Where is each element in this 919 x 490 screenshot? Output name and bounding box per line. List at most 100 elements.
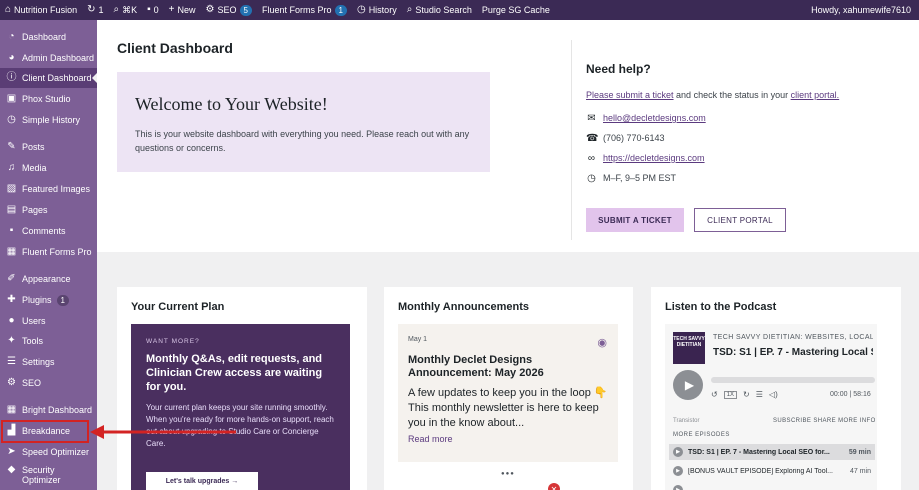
refresh-icon: ↻ xyxy=(87,4,96,15)
announcement-title[interactable]: Monthly Declet Designs Announcement: May… xyxy=(408,354,608,380)
purge-cache-link[interactable]: Purge SG Cache xyxy=(477,0,555,20)
podcast-actions[interactable]: SUBSCRIBE SHARE MORE INFO xyxy=(773,418,876,424)
panel-divider xyxy=(571,40,572,240)
client-portal-link[interactable]: client portal. xyxy=(791,90,840,100)
wrench-icon: ✦ xyxy=(7,335,16,346)
phone-icon: ☎ xyxy=(586,132,599,144)
rewind-icon[interactable]: ↺ xyxy=(711,390,718,399)
sidebar-item-seo[interactable]: ⚙ SEO xyxy=(0,373,97,393)
plan-eyebrow: WANT MORE? xyxy=(146,338,200,345)
website-link[interactable]: https://decletdesigns.com xyxy=(603,153,705,163)
email-link[interactable]: hello@decletdesigns.com xyxy=(603,113,706,123)
studio-search-link[interactable]: ⌕ Studio Search xyxy=(402,0,477,20)
sidebar-item-settings[interactable]: ☰ Settings xyxy=(0,352,97,372)
episode-item[interactable]: ▶ TSD: S1 | EP. 7 - Mastering Local SEO … xyxy=(669,444,875,460)
link-icon: ∞ xyxy=(587,152,596,164)
comment-icon: ▪ xyxy=(9,225,14,236)
sidebar-item-pages[interactable]: ▤ Pages xyxy=(0,200,97,220)
dashboard-icon: ◔ xyxy=(8,31,15,42)
history-icon: ◷ xyxy=(356,4,366,15)
transistor-brand: Transistor xyxy=(673,418,700,424)
client-portal-button[interactable]: CLIENT PORTAL xyxy=(694,208,786,232)
client-dashboard-panel: Client Dashboard Welcome to Your Website… xyxy=(97,20,919,252)
seo-icon: ⚙ xyxy=(7,377,16,388)
clock-icon: ◷ xyxy=(587,172,596,184)
history-icon: ◷ xyxy=(7,114,16,125)
comments-link[interactable]: ▪ 0 xyxy=(142,0,164,20)
episode-item[interactable]: ▶ xyxy=(669,482,875,490)
search-icon: ⌕ xyxy=(113,4,120,15)
podcast-controls: ↺ 1X ↻ ☰ ◁) xyxy=(711,390,778,399)
hours-row: ◷ M–F, 9–5 PM EST xyxy=(586,172,886,184)
upgrade-button[interactable]: Let's talk upgrades → xyxy=(146,472,258,490)
sidebar-item-bright-dashboard[interactable]: ▦ Bright Dashboard xyxy=(0,400,97,420)
plugins-badge: 1 xyxy=(56,294,69,306)
pin-icon: ✎ xyxy=(7,141,16,152)
sidebar-item-simple-history[interactable]: ◷ Simple History xyxy=(0,110,97,130)
announcements-title: Monthly Announcements xyxy=(398,301,529,313)
sidebar-item-media[interactable]: ♫ Media xyxy=(0,158,97,178)
play-icon: ▶ xyxy=(673,447,683,457)
play-icon: ▶ xyxy=(673,485,683,490)
mail-icon: ✉ xyxy=(587,112,596,124)
sidebar-item-featured-images[interactable]: ▨ Featured Images xyxy=(0,179,97,199)
history-link[interactable]: ◷ History xyxy=(352,0,402,20)
more-episodes-label: MORE EPISODES xyxy=(673,432,730,438)
updates-link[interactable]: ↻ 1 xyxy=(82,0,108,20)
playback-speed[interactable]: 1X xyxy=(723,390,738,399)
volume-icon[interactable]: ◁) xyxy=(769,390,778,399)
seo-menu[interactable]: ⚙ SEO 5 xyxy=(201,0,257,20)
podcast-progress-bar[interactable] xyxy=(711,377,875,383)
plugin-icon: ✚ xyxy=(7,294,16,305)
forms-badge: 1 xyxy=(334,4,347,16)
sidebar-item-appearance[interactable]: ✐ Appearance xyxy=(0,269,97,289)
plan-heading: Monthly Q&As, edit requests, and Clinici… xyxy=(146,353,323,393)
user-account-menu[interactable]: Howdy, xahumewife7610 xyxy=(806,0,919,20)
command-search[interactable]: ⌕ ⌘K xyxy=(108,0,142,20)
upgrade-promo: WANT MORE? Monthly Q&As, edit requests, … xyxy=(131,324,350,490)
submit-ticket-button[interactable]: SUBMIT A TICKET xyxy=(586,208,684,232)
user-icon: ● xyxy=(8,315,15,326)
podcast-show-name: TECH SAVVY DIETITIAN: WEBSITES, LOCAL SE… xyxy=(713,334,873,341)
playlist-icon[interactable]: ☰ xyxy=(756,390,763,399)
forward-icon[interactable]: ↻ xyxy=(743,390,750,399)
comment-icon: ▪ xyxy=(147,4,151,15)
announcements-card: Monthly Announcements May 1 ◉ Monthly De… xyxy=(384,287,633,490)
sidebar-item-dashboard[interactable]: ◔ Dashboard xyxy=(0,27,97,47)
sidebar-item-tools[interactable]: ✦ Tools xyxy=(0,331,97,351)
play-button[interactable]: ▶ xyxy=(673,370,703,400)
sidebar-item-fluent-forms[interactable]: ▦ Fluent Forms Pro xyxy=(0,242,97,262)
fluent-forms-menu[interactable]: Fluent Forms Pro 1 xyxy=(257,0,352,20)
sidebar-item-comments[interactable]: ▪ Comments xyxy=(0,221,97,241)
close-icon[interactable]: ✕ xyxy=(548,483,560,490)
sidebar-item-phox-studio[interactable]: ▣ Phox Studio xyxy=(0,89,97,109)
plus-icon: + xyxy=(168,4,175,15)
sidebar-item-admin-dashboard[interactable]: ◕ Admin Dashboard xyxy=(0,48,97,68)
site-name-link[interactable]: ⌂ Nutrition Fusion xyxy=(0,0,82,20)
website-row: ∞ https://decletdesigns.com xyxy=(586,152,886,164)
help-instructions: Please submit a ticket and check the sta… xyxy=(586,90,840,100)
sidebar-item-security-optimizer[interactable]: ◆ Security Optimizer xyxy=(0,465,97,489)
welcome-text: This is your website dashboard with ever… xyxy=(135,129,470,153)
carousel-dots[interactable]: ●●● xyxy=(501,471,515,477)
announcement-post: May 1 ◉ Monthly Declet Designs Announcem… xyxy=(398,324,618,462)
phone-number: (706) 770-6143 xyxy=(603,133,665,143)
new-content-link[interactable]: + New xyxy=(164,0,201,20)
sidebar-item-client-dashboard[interactable]: ⓘ Client Dashboard xyxy=(0,68,97,88)
read-more-link[interactable]: Read more xyxy=(408,434,608,444)
settings-icon: ☰ xyxy=(7,356,16,367)
seo-icon: ⚙ xyxy=(205,4,215,15)
help-title: Need help? xyxy=(586,62,651,76)
sidebar-item-users[interactable]: ● Users xyxy=(0,311,97,331)
sidebar-item-speed-optimizer[interactable]: ➤ Speed Optimizer xyxy=(0,442,97,462)
sidebar-item-plugins[interactable]: ✚ Plugins 1 xyxy=(0,290,97,310)
episode-item[interactable]: ▶ [BONUS VAULT EPISODE] Exploring AI Too… xyxy=(669,463,875,479)
sidebar-item-posts[interactable]: ✎ Posts xyxy=(0,137,97,157)
current-plan-card: Your Current Plan WANT MORE? Monthly Q&A… xyxy=(117,287,367,490)
submit-ticket-link[interactable]: Please submit a ticket xyxy=(586,90,674,100)
brush-icon: ✐ xyxy=(7,273,16,284)
form-icon: ▦ xyxy=(6,246,17,257)
phone-row: ☎ (706) 770-6143 xyxy=(586,132,886,144)
rss-icon[interactable]: ◉ xyxy=(597,336,607,349)
podcast-time: 00:00 | 58:16 xyxy=(830,391,871,398)
